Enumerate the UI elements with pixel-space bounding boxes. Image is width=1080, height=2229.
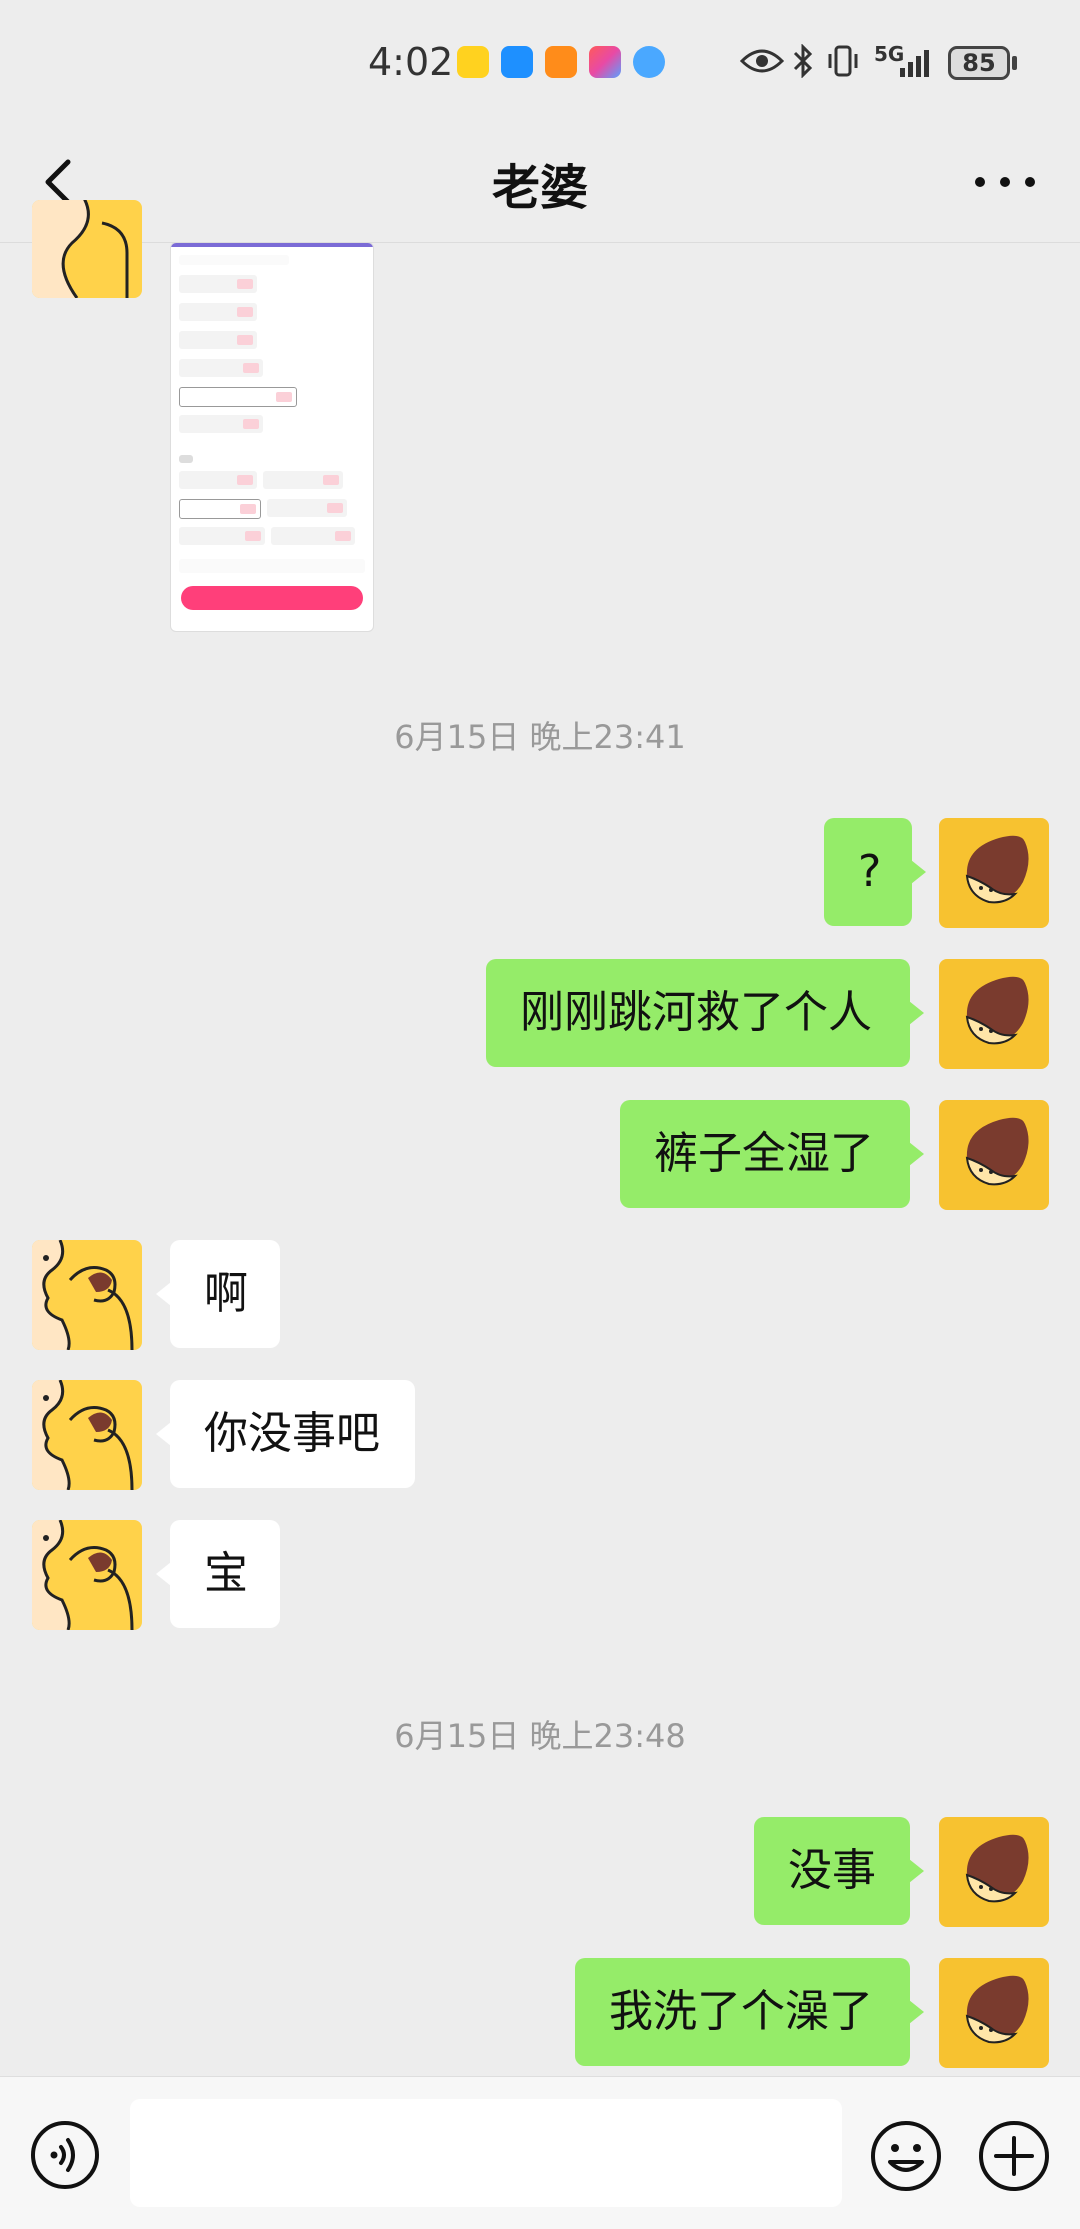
shared-screenshot-image[interactable]: [170, 242, 374, 632]
received-message-bubble[interactable]: 你没事吧: [156, 1380, 415, 1488]
more-dots-icon[interactable]: [970, 170, 1040, 194]
my-avatar[interactable]: [939, 1100, 1049, 1210]
contact-avatar[interactable]: [32, 1240, 142, 1350]
my-avatar[interactable]: [939, 1958, 1049, 2068]
sent-message-bubble[interactable]: ?: [824, 818, 926, 926]
plus-icon[interactable]: [978, 2120, 1050, 2192]
sent-message-bubble[interactable]: 裤子全湿了: [620, 1100, 924, 1208]
colorful-app-icon: [589, 46, 621, 78]
chat-header: 老婆: [0, 120, 1080, 243]
bluetooth-icon: [793, 44, 813, 78]
battery-indicator: 85: [948, 46, 1010, 80]
cloud-app-icon: [501, 46, 533, 78]
status-time: 4:02: [368, 40, 454, 84]
message-input[interactable]: [130, 2099, 842, 2207]
chat-title: 老婆: [491, 160, 588, 216]
my-avatar[interactable]: [939, 818, 1049, 928]
sent-message-bubble[interactable]: 没事: [754, 1817, 924, 1925]
vibrate-icon: [828, 45, 858, 77]
status-bar: 4:02 5G 85: [0, 0, 1080, 120]
battery-tip: [1012, 56, 1017, 70]
message-input-bar: [0, 2076, 1080, 2229]
signal-icon: [900, 50, 929, 77]
chat-timestamp: 6月15日 晚上23:48: [394, 1717, 686, 1755]
orange-app-icon: [545, 46, 577, 78]
weibo-app-icon: [457, 46, 489, 78]
voice-icon[interactable]: [30, 2120, 100, 2190]
my-avatar[interactable]: [939, 1817, 1049, 1927]
contact-avatar[interactable]: [32, 1520, 142, 1630]
emoji-icon[interactable]: [870, 2120, 942, 2192]
sent-message-bubble[interactable]: 我洗了个澡了: [575, 1958, 924, 2066]
contact-avatar[interactable]: [32, 1380, 142, 1490]
my-avatar[interactable]: [939, 959, 1049, 1069]
received-message-bubble[interactable]: 宝: [156, 1520, 280, 1628]
sent-message-bubble[interactable]: 刚刚跳河救了个人: [486, 959, 924, 1067]
contact-avatar[interactable]: [32, 200, 142, 298]
chat-timestamp: 6月15日 晚上23:41: [394, 718, 686, 756]
browser-app-icon: [633, 46, 665, 78]
received-message-bubble[interactable]: 啊: [156, 1240, 280, 1348]
eye-icon: [740, 49, 784, 73]
